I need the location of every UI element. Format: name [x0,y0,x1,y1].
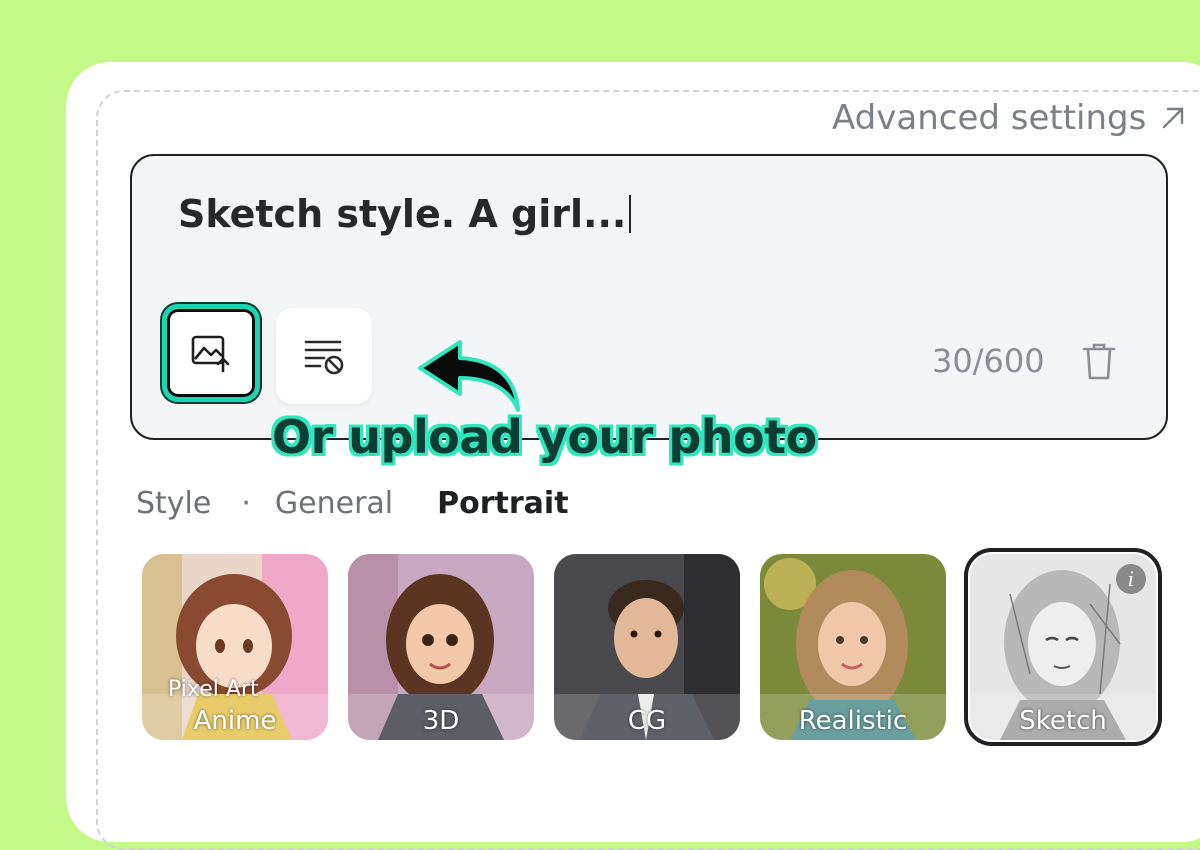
style-label-sketch: Sketch [1019,706,1107,736]
style-label-anime: Anime [193,706,277,736]
style-tile-cg[interactable]: CG [554,554,740,740]
curved-arrow-icon [418,340,520,412]
style-tile-anime[interactable]: Pixel Art Anime [142,554,328,740]
prompt-text-area[interactable]: Sketch style. A girl... [178,192,632,236]
style-tile-sketch[interactable]: i Sketch [964,548,1162,746]
tab-general[interactable]: General [275,486,393,521]
prompt-text: Sketch style. A girl... [178,192,627,236]
advanced-settings-link[interactable]: Advanced settings [832,98,1188,138]
style-label-realistic: Realistic [798,706,908,736]
style-sublabel-pixel-art: Pixel Art [168,677,259,702]
prompt-box[interactable]: Sketch style. A girl... 30/600 [130,154,1168,440]
image-upload-icon [191,335,230,373]
style-tabs: Style · General Portrait [136,486,613,521]
trash-icon[interactable] [1082,342,1116,382]
advanced-settings-label: Advanced settings [832,98,1147,138]
negative-prompt-icon [304,340,344,375]
style-label-cg: CG [627,706,667,736]
style-tile-3d[interactable]: 3D [348,554,534,740]
style-tile-realistic[interactable]: Realistic [760,554,946,740]
external-arrow-icon [1163,107,1184,129]
info-icon[interactable]: i [1116,564,1146,594]
text-caret [629,195,632,233]
negative-prompt-button[interactable] [276,308,372,404]
separator-dot: · [241,486,251,521]
tab-portrait[interactable]: Portrait [437,486,568,521]
style-label: Style [136,486,212,521]
upload-photo-button[interactable] [162,304,260,402]
style-label-3d: 3D [422,706,460,736]
character-counter: 30/600 [932,342,1045,380]
generator-card: Advanced settings Sketch style. A girl..… [66,62,1200,850]
upload-callout: Or upload your photo [272,410,817,464]
